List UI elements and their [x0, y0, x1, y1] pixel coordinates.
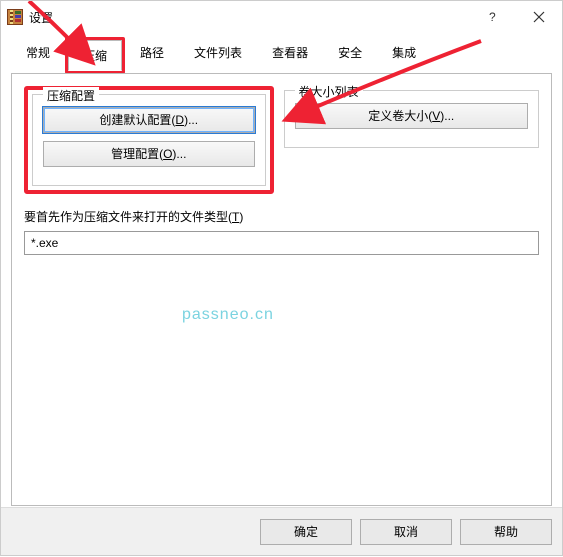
watermark-text: passneo.cn [182, 306, 274, 324]
tab-integration[interactable]: 集成 [377, 37, 431, 74]
settings-dialog: 设置 ? 常规 压缩 路径 文件列表 查看器 安全 集成 压缩配置 创建默认配置… [0, 0, 563, 556]
tab-compress-highlight: 压缩 [65, 37, 125, 74]
tab-filelist[interactable]: 文件列表 [179, 37, 257, 74]
group-compress-profile: 压缩配置 创建默认配置(D)... 管理配置(O)... [32, 94, 266, 186]
tab-viewer[interactable]: 查看器 [257, 37, 323, 74]
help-button-bottom[interactable]: 帮助 [460, 519, 552, 545]
filetype-label: 要首先作为压缩文件来打开的文件类型(T) [24, 208, 539, 225]
create-default-profile-button[interactable]: 创建默认配置(D)... [43, 107, 255, 133]
tab-panel-compress: 压缩配置 创建默认配置(D)... 管理配置(O)... 卷大小列表 定义卷大小… [11, 73, 552, 506]
help-button[interactable]: ? [470, 1, 516, 33]
group-volume-list-legend: 卷大小列表 [295, 83, 363, 100]
window-title: 设置 [29, 9, 470, 26]
manage-profile-button[interactable]: 管理配置(O)... [43, 141, 255, 167]
svg-text:?: ? [489, 11, 496, 23]
group-compress-profile-legend: 压缩配置 [43, 87, 99, 104]
tab-path[interactable]: 路径 [125, 37, 179, 74]
define-volume-size-button[interactable]: 定义卷大小(V)... [295, 103, 529, 129]
dialog-button-row: 确定 取消 帮助 [1, 507, 562, 555]
tab-security[interactable]: 安全 [323, 37, 377, 74]
tab-general[interactable]: 常规 [11, 37, 65, 74]
close-button[interactable] [516, 1, 562, 33]
app-icon [7, 9, 23, 25]
compress-profile-highlight: 压缩配置 创建默认配置(D)... 管理配置(O)... [24, 86, 274, 194]
group-volume-list: 卷大小列表 定义卷大小(V)... [284, 90, 540, 148]
filetype-input[interactable] [24, 231, 539, 255]
tab-compress[interactable]: 压缩 [68, 40, 122, 71]
titlebar: 设置 ? [1, 1, 562, 33]
ok-button[interactable]: 确定 [260, 519, 352, 545]
cancel-button[interactable]: 取消 [360, 519, 452, 545]
tab-strip: 常规 压缩 路径 文件列表 查看器 安全 集成 [1, 33, 562, 74]
